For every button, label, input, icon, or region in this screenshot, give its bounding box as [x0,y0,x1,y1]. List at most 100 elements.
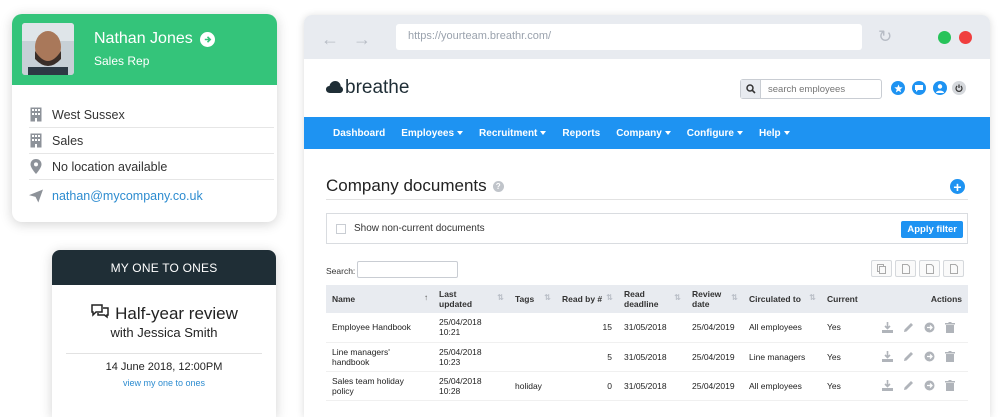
column-label: Circulated to [749,294,801,304]
cell-actions [873,342,968,372]
trash-icon[interactable] [944,321,956,333]
caret-down-icon [664,131,671,135]
nav-dashboard[interactable]: Dashboard [333,128,385,139]
cell-name[interactable]: Sales team holiday policy [326,371,433,401]
profile-office-row: No location available [29,154,274,180]
nav-configure[interactable]: Configure [687,128,743,139]
nav-label: Dashboard [333,127,386,139]
search-employees-input[interactable] [761,80,881,98]
nav-label: Configure [686,127,734,139]
profile-location-text: West Sussex [52,107,125,122]
search-icon[interactable] [741,80,761,98]
pdf-export-icon[interactable] [943,260,964,277]
profile-department-row: Sales [29,128,274,154]
app-header: breathe [304,59,990,117]
profile-email-link[interactable]: nathan@mycompany.co.uk [52,189,203,203]
table-search-input[interactable] [357,261,458,278]
back-arrow-icon[interactable]: ← [321,29,339,50]
cell-current: Yes [821,371,873,401]
column-header-read-by[interactable]: Read by # ⇅ [556,285,618,313]
column-header-current[interactable]: Current [821,285,873,313]
cloud-logo-icon [326,77,343,99]
sort-asc-icon[interactable]: ↑ [424,293,428,303]
add-document-button[interactable]: + [950,179,965,194]
column-header-name[interactable]: Name ↑ [326,285,433,313]
copy-icon[interactable] [871,260,892,277]
cell-actions [873,371,968,401]
page-title: Company documents ? [326,176,504,196]
one-to-ones-card: MY ONE TO ONES Half-year review with Jes… [52,250,276,417]
arrow-circle-icon[interactable] [923,380,935,392]
browser-window: ← → https://yourteam.breathr.com/ ↻ brea… [304,15,990,417]
window-close-dot[interactable] [959,31,972,44]
profile-name[interactable]: Nathan Jones [94,30,215,48]
forward-arrow-icon[interactable]: → [353,29,371,50]
csv-export-icon[interactable] [895,260,916,277]
sort-icon[interactable]: ⇅ [606,293,613,303]
filter-panel: Show non-current documents Apply filter [326,213,968,244]
column-label: Current [827,294,858,304]
cell-read-by[interactable]: 15 [556,313,618,343]
table-row[interactable]: Employee Handbook 25/04/2018 10:21 15 31… [326,313,968,343]
export-buttons [871,260,964,277]
star-icon[interactable] [891,81,905,95]
apply-filter-button[interactable]: Apply filter [901,221,963,238]
edit-pencil-icon[interactable] [902,351,914,363]
edit-pencil-icon[interactable] [902,321,914,333]
help-icon[interactable]: ? [492,180,504,192]
view-one-to-ones-link[interactable]: view my one to ones [52,378,276,388]
avatar[interactable] [22,23,74,75]
column-header-circulated-to[interactable]: Circulated to ⇅ [743,285,821,313]
cell-review: 25/04/2019 [686,342,743,372]
download-icon[interactable] [881,351,893,363]
one-to-one-title-text: Half-year review [115,303,238,323]
column-header-review-date[interactable]: Review date ⇅ [686,285,743,313]
sort-icon[interactable]: ⇅ [731,293,738,303]
column-header-tags[interactable]: Tags ⇅ [509,285,556,313]
sort-icon[interactable]: ⇅ [544,293,551,303]
arrow-circle-icon[interactable] [923,321,935,333]
divider [326,199,968,200]
excel-export-icon[interactable] [919,260,940,277]
sort-icon[interactable]: ⇅ [674,293,681,303]
nav-help[interactable]: Help [759,128,790,139]
table-row[interactable]: Sales team holiday policy 25/04/2018 10:… [326,371,968,401]
breathe-logo[interactable]: breathe [326,77,409,99]
employee-search[interactable] [740,79,882,99]
cell-read-by[interactable]: 0 [556,371,618,401]
reload-icon[interactable]: ↻ [878,27,892,47]
cell-read-by[interactable]: 5 [556,342,618,372]
non-current-checkbox[interactable] [336,223,346,234]
sort-icon[interactable]: ⇅ [809,293,816,303]
url-bar[interactable]: https://yourteam.breathr.com/ [396,24,862,50]
download-icon[interactable] [881,321,893,333]
arrow-circle-icon[interactable] [923,351,935,363]
chat-bubbles-icon [90,303,110,324]
cell-name[interactable]: Employee Handbook [326,313,433,343]
chat-icon[interactable] [912,81,926,95]
download-icon[interactable] [881,380,893,392]
nav-employees[interactable]: Employees [401,128,464,139]
cell-name[interactable]: Line managers' handbook [326,342,433,372]
column-label: Last [439,289,457,299]
user-icon[interactable] [933,81,947,95]
table-row[interactable]: Line managers' handbook 25/04/2018 10:23… [326,342,968,372]
column-header-last-updated[interactable]: Last updated ⇅ [433,285,509,313]
nav-company[interactable]: Company [616,128,671,139]
trash-icon[interactable] [944,351,956,363]
edit-pencil-icon[interactable] [902,380,914,392]
window-maximize-dot[interactable] [938,31,951,44]
nav-label: Help [758,127,781,139]
nav-recruitment[interactable]: Recruitment [479,128,547,139]
main-nav: Dashboard Employees Recruitment Reports … [304,117,990,149]
arrow-right-circle-icon[interactable] [199,31,215,47]
cell-deadline: 31/05/2018 [618,313,686,343]
column-header-read-deadline[interactable]: Read deadline ⇅ [618,285,686,313]
sort-icon[interactable]: ⇅ [497,293,504,303]
profile-email-row[interactable]: nathan@mycompany.co.uk [29,183,274,209]
table-header-row: Name ↑ Last updated ⇅ Tags ⇅ Read by # ⇅ Read… [326,285,968,313]
trash-icon[interactable] [944,380,956,392]
nav-reports[interactable]: Reports [562,128,600,139]
power-icon[interactable] [952,81,966,95]
cell-updated: 25/04/2018 10:28 [433,371,509,401]
